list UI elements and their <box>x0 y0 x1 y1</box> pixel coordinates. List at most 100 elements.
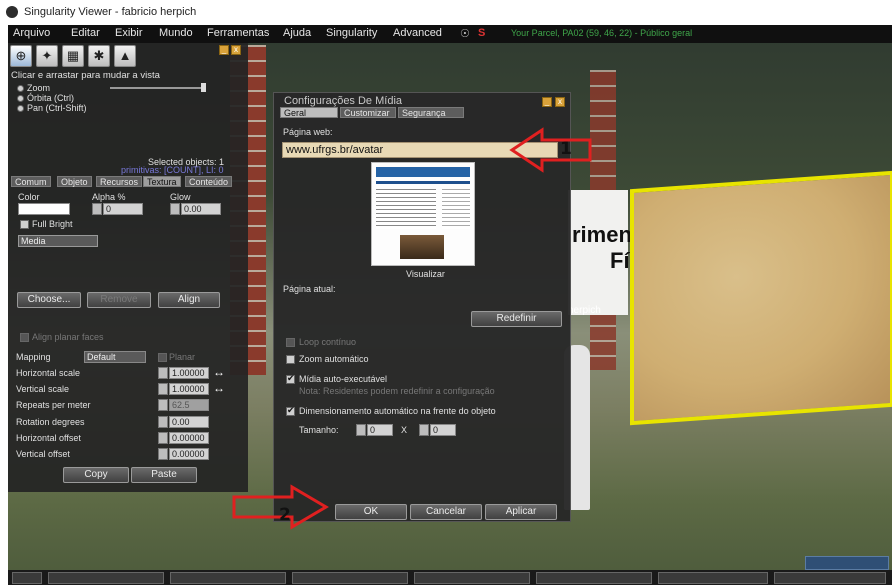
dialog-minimize-icon[interactable]: _ <box>542 97 552 107</box>
color-swatch[interactable] <box>18 203 70 215</box>
create-tool-icon[interactable]: ✱ <box>88 45 110 67</box>
alpha-field[interactable]: 0 <box>103 203 143 215</box>
align-button[interactable]: Align <box>158 292 220 308</box>
width-field[interactable]: 0 <box>367 424 393 436</box>
vertical-scale-label: Vertical scale <box>16 384 70 394</box>
vertical-offset-label: Vertical offset <box>16 449 70 459</box>
dialog-close-icon[interactable]: x <box>555 97 565 107</box>
red-arrow-left-annotation <box>509 127 592 173</box>
glow-field[interactable]: 0.00 <box>181 203 221 215</box>
tab-conteudo[interactable]: Conteúdo <box>185 176 233 187</box>
reset-button[interactable]: Redefinir <box>471 311 562 327</box>
menu-ajuda[interactable]: Ajuda <box>283 27 311 39</box>
toolbar-button-6[interactable] <box>536 572 652 584</box>
current-page-label: Página atual: <box>283 284 336 294</box>
copy-button[interactable]: Copy <box>63 467 129 483</box>
apply-button[interactable]: Aplicar <box>485 504 557 520</box>
window-title: Singularity Viewer - fabricio herpich <box>24 6 197 18</box>
menu-editar[interactable]: Editar <box>71 27 100 39</box>
full-bright-label: Full Bright <box>32 219 73 229</box>
auto-scale-checkbox[interactable] <box>286 405 295 416</box>
vertical-scale-spinner[interactable] <box>158 383 168 395</box>
toolbar-button-3[interactable] <box>170 572 286 584</box>
radio-orbit[interactable] <box>17 95 24 102</box>
full-bright-checkbox[interactable] <box>20 220 29 229</box>
tab-recursos[interactable]: Recursos <box>96 176 143 187</box>
primitives-count: primitivas: [COUNT], LI: 0 <box>121 165 224 175</box>
repeats-field[interactable]: 62.5 <box>169 399 209 411</box>
menu-singularity[interactable]: Singularity <box>326 27 377 39</box>
tab-comum[interactable]: Comum <box>11 176 51 187</box>
dialog-title: Configurações De Mídia <box>284 95 403 107</box>
alpha-spinner[interactable] <box>92 203 102 215</box>
radio-pan[interactable] <box>17 105 24 112</box>
camera-option-zoom: Zoom <box>27 83 51 93</box>
wood-media-panel[interactable] <box>630 170 892 426</box>
horizontal-scale-field[interactable]: 1.00000 <box>169 367 209 379</box>
toolbar-button-4[interactable] <box>292 572 408 584</box>
step-marker-2: 2 <box>279 505 291 525</box>
media-dropdown[interactable]: Media <box>18 235 98 247</box>
cancel-button[interactable]: Cancelar <box>410 504 482 520</box>
auto-play-checkbox[interactable] <box>286 373 295 384</box>
zoom-slider-track[interactable] <box>110 87 206 89</box>
rotation-spinner[interactable] <box>158 416 168 428</box>
repeats-spinner[interactable] <box>158 399 168 411</box>
edit-tool-icon[interactable]: ▦ <box>62 45 84 67</box>
vertical-scale-field[interactable]: 1.00000 <box>169 383 209 395</box>
flip-horizontal-icon[interactable]: ↔ <box>213 365 225 379</box>
menu-advanced[interactable]: Advanced <box>393 27 442 39</box>
align-planar-checkbox[interactable] <box>20 333 29 342</box>
horizontal-scale-spinner[interactable] <box>158 367 168 379</box>
parcel-info[interactable]: Your Parcel, PA02 (59, 46, 22) - Público… <box>511 28 692 38</box>
mapping-label: Mapping <box>16 352 51 362</box>
horizontal-offset-field[interactable]: 0.00000 <box>169 432 209 444</box>
minimize-icon[interactable]: _ <box>219 45 229 55</box>
paste-button[interactable]: Paste <box>131 467 197 483</box>
width-spinner[interactable] <box>356 424 366 436</box>
security-s-icon[interactable]: S <box>478 27 485 39</box>
vertical-offset-spinner[interactable] <box>158 448 168 460</box>
mapping-dropdown[interactable]: Default <box>84 351 146 363</box>
remove-button[interactable]: Remove <box>87 292 151 308</box>
menu-ferramentas[interactable]: Ferramentas <box>207 27 269 39</box>
media-tab-seguranca[interactable]: Segurança <box>398 107 464 118</box>
toolbar-button-5[interactable] <box>414 572 530 584</box>
vertical-offset-field[interactable]: 0.00000 <box>169 448 209 460</box>
avatar-name-tag: herpich <box>568 305 601 316</box>
size-x-label: X <box>401 425 408 435</box>
toolbar-button-8[interactable] <box>774 572 886 584</box>
move-tool-icon[interactable]: ✦ <box>36 45 58 67</box>
land-tool-icon[interactable]: ▲ <box>114 45 136 67</box>
loop-checkbox[interactable] <box>286 338 295 347</box>
media-tab-geral[interactable]: Geral <box>280 107 338 118</box>
media-tab-customizar[interactable]: Customizar <box>340 107 396 118</box>
menu-exibir[interactable]: Exibir <box>115 27 143 39</box>
height-spinner[interactable] <box>419 424 429 436</box>
radio-zoom[interactable] <box>17 85 24 92</box>
choose-button[interactable]: Choose... <box>17 292 81 308</box>
eye-icon[interactable]: ☉ <box>460 27 470 40</box>
height-field[interactable]: 0 <box>430 424 456 436</box>
preview-sidebar <box>442 189 470 229</box>
horizontal-offset-spinner[interactable] <box>158 432 168 444</box>
auto-zoom-checkbox[interactable] <box>286 355 295 364</box>
rotation-field[interactable]: 0.00 <box>169 416 209 428</box>
planar-checkbox[interactable] <box>158 353 167 362</box>
toolbar-button-1[interactable] <box>12 572 42 584</box>
close-icon[interactable]: x <box>231 45 241 55</box>
flip-vertical-icon[interactable]: ↔ <box>213 381 225 395</box>
tab-textura[interactable]: Textura <box>143 176 181 187</box>
rotation-label: Rotation degrees <box>16 417 85 427</box>
zoom-slider-handle[interactable] <box>201 83 206 92</box>
media-controls[interactable] <box>805 556 889 570</box>
sign-text-2: Fí <box>610 248 630 273</box>
menu-arquivo[interactable]: Arquivo <box>13 27 50 39</box>
menu-mundo[interactable]: Mundo <box>159 27 193 39</box>
toolbar-button-2[interactable] <box>48 572 164 584</box>
ok-button[interactable]: OK <box>335 504 407 520</box>
focus-tool-icon[interactable]: ⊕ <box>10 45 32 67</box>
glow-spinner[interactable] <box>170 203 180 215</box>
tab-objeto[interactable]: Objeto <box>57 176 92 187</box>
toolbar-button-7[interactable] <box>658 572 768 584</box>
